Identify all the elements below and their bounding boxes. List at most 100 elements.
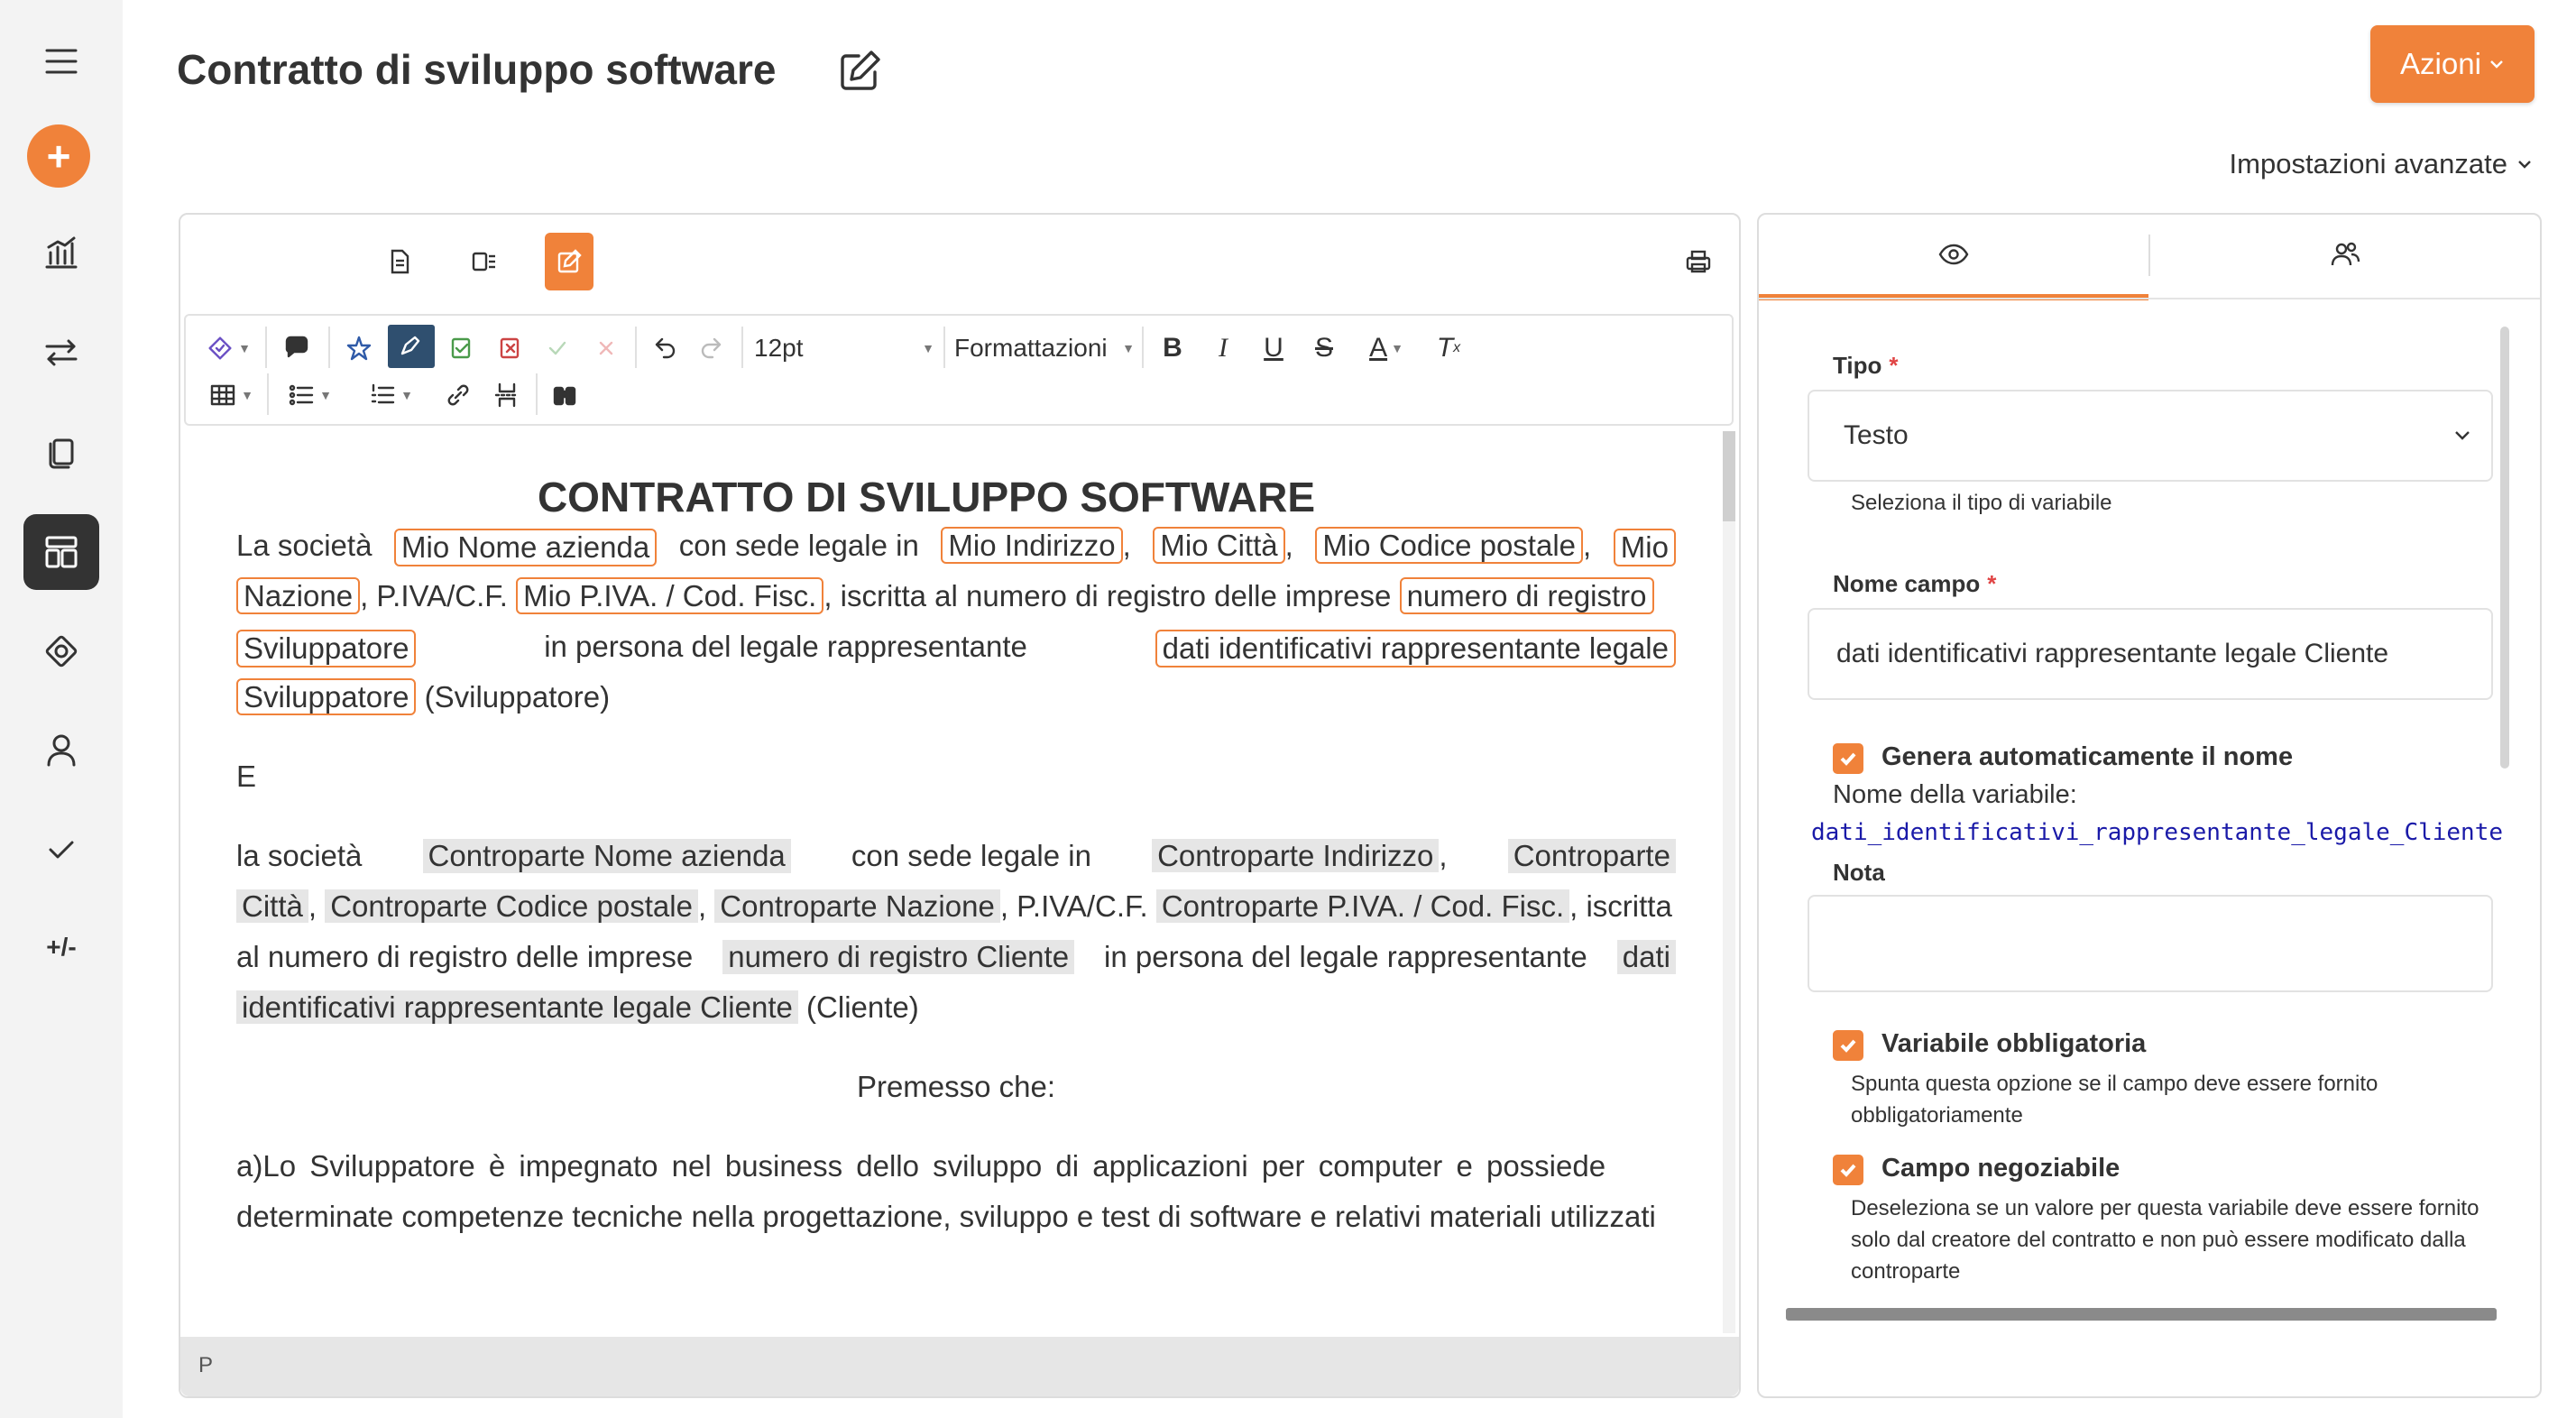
paragraph-line: Sviluppatore in persona del legale rappr…	[236, 630, 1676, 668]
edit-mode-icon[interactable]	[545, 233, 593, 290]
counterparty-placeholder[interactable]: Città	[236, 889, 308, 923]
negotiable-checkbox[interactable]	[1833, 1155, 1863, 1185]
format-select[interactable]: Formattazioni ▼	[954, 328, 1135, 368]
document-scrollbar[interactable]	[1723, 431, 1735, 1333]
field-name-label: Nome campo *	[1833, 570, 1997, 597]
counterparty-placeholder[interactable]: Controparte Codice postale	[325, 889, 698, 923]
variable-placeholder[interactable]: Mio Città	[1153, 527, 1285, 564]
variable-settings-panel: Tipo * Testo Seleziona il tipo di variabi…	[1757, 213, 2542, 1398]
compare-view-icon[interactable]	[460, 233, 509, 290]
tab-participants[interactable]	[2150, 215, 2540, 294]
actions-button[interactable]: Azioni	[2370, 25, 2535, 103]
variable-placeholder[interactable]: Sviluppatore	[236, 630, 417, 668]
counterparty-placeholder[interactable]: dati	[1616, 940, 1676, 974]
panel-scrollbar[interactable]	[2500, 327, 2509, 769]
dashboard-icon[interactable]	[23, 514, 99, 590]
font-size-value: 12pt	[754, 334, 804, 362]
note-textarea[interactable]	[1808, 895, 2493, 992]
tab-preview[interactable]	[1759, 215, 2148, 300]
variable-placeholder[interactable]: dati identificativi rappresentante legal…	[1155, 630, 1676, 668]
required-checkbox[interactable]	[1833, 1030, 1863, 1061]
document-heading: CONTRATTO DI SVILUPPO SOFTWARE	[537, 474, 1316, 520]
variable-placeholder[interactable]: Mio Indirizzo	[941, 527, 1123, 564]
print-icon[interactable]	[1674, 233, 1723, 290]
variable-insert-icon[interactable]: ▼	[202, 328, 254, 368]
document-body[interactable]: CONTRATTO DI SVILUPPO SOFTWARE La societ…	[182, 428, 1735, 1330]
variable-placeholder[interactable]: Nazione	[236, 577, 361, 614]
counterparty-placeholder[interactable]: Controparte Nazione	[714, 889, 1000, 923]
text-color-icon[interactable]: A ▼	[1355, 328, 1418, 368]
counterparty-placeholder[interactable]: Controparte P.IVA. / Cod. Fisc.	[1155, 889, 1570, 923]
required-label: Variabile obbligatoria	[1881, 1029, 2147, 1058]
counterparty-placeholder[interactable]: Controparte Nome azienda	[422, 839, 791, 873]
copy-icon[interactable]	[23, 413, 99, 489]
variable-placeholder[interactable]: Mio Codice postale	[1315, 527, 1584, 564]
counterparty-placeholder[interactable]: identificativi rappresentante legale Cli…	[236, 990, 798, 1024]
paragraph-conjunction: E	[236, 760, 257, 793]
edit-title-icon[interactable]	[837, 47, 884, 94]
table-icon[interactable]: ▼	[202, 375, 260, 415]
bullet-list-icon[interactable]: ▼	[278, 375, 341, 415]
variable-placeholder[interactable]: Mio P.IVA. / Cod. Fisc.	[516, 577, 824, 614]
find-replace-icon[interactable]	[545, 375, 584, 415]
chart-icon[interactable]	[23, 215, 99, 290]
document-editor: ▼ 12pt ▼ Formattazioni ▼ B I U S A ▼ T x…	[179, 213, 1741, 1398]
track-changes-icon[interactable]	[388, 325, 435, 368]
auto-name-checkbox[interactable]	[1833, 743, 1863, 774]
advanced-settings-label: Impostazioni avanzate	[2229, 148, 2507, 180]
variable-placeholder[interactable]: Mio	[1613, 529, 1676, 566]
chevron-down-icon	[2455, 431, 2470, 440]
add-button[interactable]: +	[27, 124, 90, 188]
doc-text: la società	[236, 839, 363, 872]
user-icon[interactable]	[23, 713, 99, 788]
editor-toolbar: ▼ 12pt ▼ Formattazioni ▼ B I U S A ▼ T x…	[184, 314, 1734, 426]
paragraph-line: a)Lo Sviluppatore è impegnato nel busine…	[236, 1149, 1606, 1183]
advanced-settings-toggle[interactable]: Impostazioni avanzate	[2230, 148, 2533, 180]
counterparty-placeholder[interactable]: Controparte Indirizzo	[1152, 839, 1440, 872]
font-size-select[interactable]: 12pt ▼	[754, 328, 934, 368]
link-icon[interactable]	[438, 375, 478, 415]
reject-change-icon[interactable]	[491, 328, 530, 368]
bold-icon[interactable]: B	[1153, 328, 1192, 368]
accept-change-icon[interactable]	[442, 328, 482, 368]
comment-icon[interactable]	[278, 328, 317, 368]
paragraph-line: identificativi rappresentante legale Cli…	[236, 990, 1676, 1025]
redo-icon[interactable]	[693, 328, 732, 368]
paragraph-line: al numero di registro delle imprese nume…	[236, 940, 1676, 974]
type-select[interactable]: Testo	[1808, 390, 2493, 482]
auto-name-label: Genera automaticamente il nome	[1881, 742, 2294, 771]
clear-format-icon[interactable]: Tx	[1429, 328, 1468, 368]
paragraph-line: la società Controparte Nome azienda con …	[236, 839, 1676, 873]
numbered-list-icon[interactable]: ▼	[359, 375, 422, 415]
people-icon	[2331, 242, 2360, 266]
note-label: Nota	[1833, 859, 1885, 886]
paragraph-line: La società Mio Nome azienda con sede leg…	[236, 527, 1676, 566]
check-icon[interactable]	[23, 812, 99, 888]
doc-text: (Sviluppatore)	[424, 680, 611, 714]
highlight-variables-icon[interactable]	[339, 328, 379, 368]
doc-text: al numero di registro delle imprese	[236, 940, 694, 973]
paragraph-line: Città, Controparte Codice postale, Contr…	[236, 889, 1676, 924]
page-break-icon[interactable]	[487, 375, 527, 415]
italic-icon[interactable]: I	[1203, 328, 1243, 368]
variable-placeholder[interactable]: numero di registro	[1399, 577, 1654, 614]
premise-heading: Premesso che:	[856, 1070, 1056, 1103]
menu-icon[interactable]	[23, 23, 99, 99]
underline-icon[interactable]: U	[1254, 328, 1293, 368]
plus-minus-button[interactable]: +/-	[23, 933, 99, 962]
counterparty-placeholder[interactable]: numero di registro Cliente	[722, 940, 1075, 974]
reject-icon[interactable]	[586, 328, 626, 368]
strikethrough-icon[interactable]: S	[1304, 328, 1344, 368]
panel-horizontal-scrollbar[interactable]	[1786, 1308, 2497, 1321]
left-rail: + +/-	[0, 0, 123, 1418]
counterparty-placeholder[interactable]: Controparte	[1507, 839, 1676, 873]
undo-icon[interactable]	[644, 328, 684, 368]
field-name-input[interactable]: dati identificativi rappresentante legal…	[1808, 608, 2493, 700]
lifebuoy-icon[interactable]	[23, 613, 99, 689]
variable-placeholder[interactable]: Mio Nome azienda	[394, 529, 658, 566]
variable-name-value: dati_identificativi_rappresentante_legal…	[1811, 819, 2504, 846]
variable-placeholder[interactable]: Sviluppatore	[236, 678, 417, 715]
accept-icon[interactable]	[538, 328, 577, 368]
transfer-icon[interactable]	[23, 314, 99, 390]
document-view-icon[interactable]	[375, 233, 424, 290]
